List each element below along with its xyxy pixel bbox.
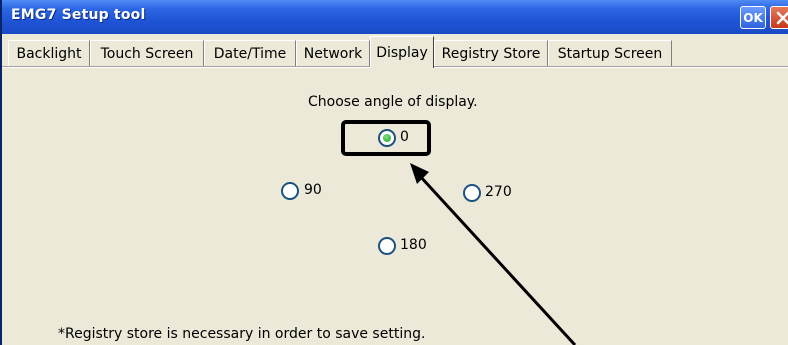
tab-registry-store[interactable]: Registry Store bbox=[434, 40, 548, 66]
window-title: EMG7 Setup tool bbox=[11, 7, 146, 23]
close-icon bbox=[776, 11, 788, 24]
radio-label-270[interactable]: 270 bbox=[485, 184, 512, 200]
tab-display[interactable]: Display bbox=[370, 36, 434, 68]
radio-label-90[interactable]: 90 bbox=[304, 182, 322, 198]
registry-note: *Registry store is necessary in order to… bbox=[58, 326, 426, 342]
angle-prompt: Choose angle of display. bbox=[308, 94, 478, 110]
radio-angle-0[interactable] bbox=[378, 129, 396, 147]
tab-network[interactable]: Network bbox=[296, 40, 370, 66]
radio-angle-90[interactable] bbox=[281, 182, 299, 200]
tab-startup-screen[interactable]: Startup Screen bbox=[548, 40, 672, 66]
radio-angle-270[interactable] bbox=[463, 184, 481, 202]
setup-window: EMG7 Setup tool OK Backlight Touch Scree… bbox=[0, 0, 788, 345]
radio-label-180[interactable]: 180 bbox=[400, 237, 427, 253]
close-button[interactable] bbox=[770, 6, 788, 29]
title-bar: EMG7 Setup tool OK bbox=[2, 0, 788, 34]
radio-angle-180[interactable] bbox=[378, 237, 396, 255]
tab-date-time[interactable]: Date/Time bbox=[204, 40, 296, 66]
tab-backlight[interactable]: Backlight bbox=[8, 40, 90, 66]
radio-label-0[interactable]: 0 bbox=[400, 129, 409, 145]
ok-button[interactable]: OK bbox=[740, 6, 766, 29]
tab-touch-screen[interactable]: Touch Screen bbox=[90, 40, 204, 66]
radio-selected-dot bbox=[383, 134, 391, 142]
